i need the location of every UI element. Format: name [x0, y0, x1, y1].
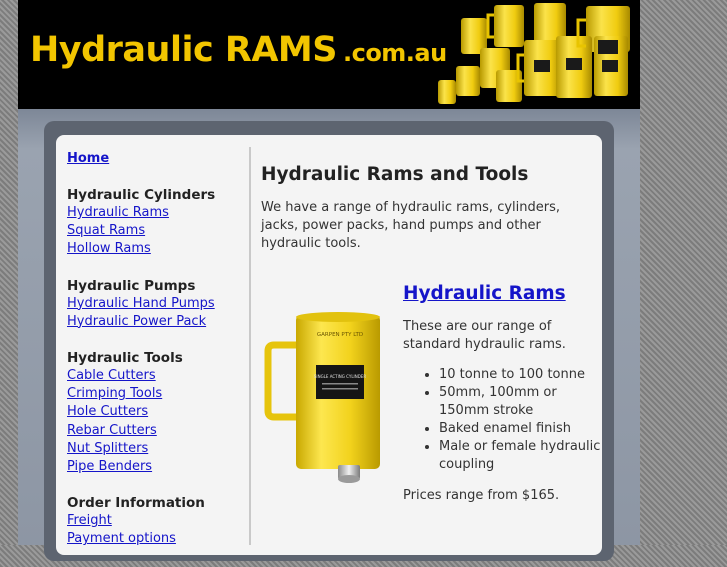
sidebar-nav: Home Hydraulic Cylinders Hydraulic Rams … [67, 150, 247, 567]
sidebar-heading: Hydraulic Tools [67, 350, 183, 367]
hydraulic-rams-banner-image [438, 3, 630, 104]
sidebar-link-cable-cutters[interactable]: Cable Cutters [67, 367, 247, 385]
sidebar-link-rebar-cutters[interactable]: Rebar Cutters [67, 422, 247, 440]
site-header: Hydraulic RAMS .com.au [18, 0, 640, 109]
feature-item: 50mm, 100mm or 150mm stroke [439, 384, 603, 420]
sidebar-link-nut-splitters[interactable]: Nut Splitters [67, 440, 247, 458]
feature-item: Male or female hydraulic coupling [439, 438, 603, 474]
sidebar-link-payment-options[interactable]: Payment options [67, 530, 247, 548]
sidebar-group-order-info: Order Information Freight Payment option… [67, 494, 247, 548]
sidebar-home-link[interactable]: Home [67, 150, 247, 168]
site-logo[interactable]: Hydraulic RAMS .com.au [30, 30, 447, 70]
logo-main-text: Hydraulic RAMS [30, 30, 337, 70]
sidebar-link-crimping-tools[interactable]: Crimping Tools [67, 385, 247, 403]
feature-item: Baked enamel finish [439, 420, 603, 438]
price-text: Prices range from $165. [403, 488, 560, 503]
sidebar-link-hand-pumps[interactable]: Hydraulic Hand Pumps [67, 295, 247, 313]
page-title: Hydraulic Rams and Tools [261, 164, 529, 185]
sidebar-heading: Order Information [67, 495, 205, 512]
sidebar-group-pumps: Hydraulic Pumps Hydraulic Hand Pumps Hyd… [67, 277, 247, 331]
sidebar-heading: Hydraulic Pumps [67, 277, 196, 294]
hydraulic-ram-image[interactable]: GARPEN PTY LTD SINGLE ACTING CYLINDER [262, 307, 392, 487]
sidebar-link-squat-rams[interactable]: Squat Rams [67, 222, 247, 240]
column-divider [249, 147, 251, 545]
ram-brand-label: GARPEN PTY LTD [317, 332, 363, 338]
sidebar-link-pipe-benders[interactable]: Pipe Benders [67, 458, 247, 476]
sidebar-link-hollow-rams[interactable]: Hollow Rams [67, 240, 247, 258]
product-description: These are our range of standard hydrauli… [403, 319, 566, 352]
product-features-list: 10 tonne to 100 tonne 50mm, 100mm or 150… [403, 366, 603, 474]
logo-domain-text: .com.au [342, 39, 447, 67]
main-content: Hydraulic Rams and Tools We have a range… [261, 163, 591, 253]
sidebar-link-hydraulic-rams[interactable]: Hydraulic Rams [67, 204, 247, 222]
intro-paragraph: We have a range of hydraulic rams, cylin… [261, 200, 560, 251]
feature-item: 10 tonne to 100 tonne [439, 366, 603, 384]
product-title-link[interactable]: Hydraulic Rams [403, 282, 603, 306]
sidebar-link-power-pack[interactable]: Hydraulic Power Pack [67, 313, 247, 331]
sidebar-link-freight[interactable]: Freight [67, 512, 247, 530]
sidebar-heading: Hydraulic Cylinders [67, 187, 216, 203]
sidebar-link-hole-cutters[interactable]: Hole Cutters [67, 403, 247, 421]
sidebar-group-cylinders: Hydraulic Cylinders Hydraulic Rams Squat… [67, 186, 247, 259]
product-hydraulic-rams: Hydraulic Rams These are our range of st… [403, 282, 603, 505]
sidebar-group-tools: Hydraulic Tools Cable Cutters Crimping T… [67, 349, 247, 476]
ram-plate-label: SINGLE ACTING CYLINDER [314, 374, 366, 379]
